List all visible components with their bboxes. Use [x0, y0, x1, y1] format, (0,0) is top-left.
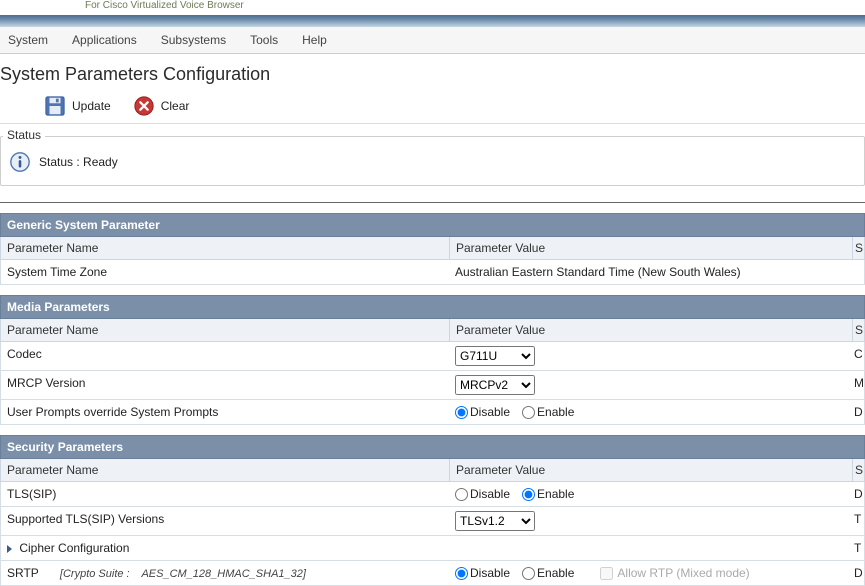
timezone-label: System Time Zone [1, 260, 449, 284]
col-s: S [852, 237, 864, 259]
srtp-enable-radio[interactable] [522, 567, 535, 580]
col-value: Parameter Value [449, 459, 852, 481]
override-disable-radio[interactable] [455, 406, 468, 419]
row-srtp: SRTP [Crypto Suite : AES_CM_128_HMAC_SHA… [0, 561, 865, 586]
section-generic: Generic System Parameter Parameter Name … [0, 213, 865, 285]
security-column-header: Parameter Name Parameter Value S [0, 459, 865, 482]
mrcp-label: MRCP Version [1, 371, 449, 399]
override-label: User Prompts override System Prompts [1, 400, 449, 424]
expand-icon[interactable] [7, 545, 12, 553]
mrcp-select[interactable]: MRCPv2 [455, 375, 535, 395]
row-tls: TLS(SIP) Disable Enable D [0, 482, 865, 507]
codec-label: Codec [1, 342, 449, 370]
menu-subsystems[interactable]: Subsystems [161, 33, 226, 47]
row-override: User Prompts override System Prompts Dis… [0, 400, 865, 425]
tls-version-label: Supported TLS(SIP) Versions [1, 507, 449, 535]
override-enable-radio[interactable] [522, 406, 535, 419]
clear-button[interactable]: Clear [133, 95, 190, 117]
status-text: Status : Ready [39, 155, 118, 169]
col-name: Parameter Name [1, 319, 449, 341]
timezone-value: Australian Eastern Standard Time (New So… [449, 260, 852, 284]
cipher-label[interactable]: Cipher Configuration [19, 541, 129, 555]
tls-label: TLS(SIP) [1, 482, 449, 506]
clear-label: Clear [161, 99, 190, 113]
srtp-disable[interactable]: Disable [455, 566, 510, 580]
col-value: Parameter Value [449, 237, 852, 259]
clear-icon [133, 95, 155, 117]
media-column-header: Parameter Name Parameter Value S [0, 319, 865, 342]
menu-help[interactable]: Help [302, 33, 327, 47]
section-generic-header: Generic System Parameter [0, 213, 865, 237]
tls-disable-radio[interactable] [455, 488, 468, 501]
row-mrcp: MRCP Version MRCPv2 M [0, 371, 865, 400]
row-tls-version: Supported TLS(SIP) Versions TLSv1.2 T [0, 507, 865, 536]
col-value: Parameter Value [449, 319, 852, 341]
menu-system[interactable]: System [8, 33, 48, 47]
col-name: Parameter Name [1, 237, 449, 259]
status-fieldset: Status Status : Ready [0, 136, 865, 186]
crypto-suite: [Crypto Suite : AES_CM_128_HMAC_SHA1_32] [60, 568, 306, 580]
row-timezone: System Time Zone Australian Eastern Stan… [0, 260, 865, 285]
codec-select[interactable]: G711U [455, 346, 535, 366]
main-menu-bar: System Applications Subsystems Tools Hel… [0, 27, 865, 54]
info-icon [9, 151, 31, 173]
divider [0, 202, 865, 203]
col-s: S [852, 319, 864, 341]
allow-rtp-mixed: Allow RTP (Mixed mode) [600, 566, 749, 580]
override-enable[interactable]: Enable [522, 405, 574, 419]
tls-version-select[interactable]: TLSv1.2 [455, 511, 535, 531]
menu-tools[interactable]: Tools [250, 33, 278, 47]
col-s: S [852, 459, 864, 481]
toolbar: Update Clear [0, 93, 865, 124]
row-cipher: Cipher Configuration T [0, 536, 865, 561]
srtp-disable-radio[interactable] [455, 567, 468, 580]
generic-column-header: Parameter Name Parameter Value S [0, 237, 865, 260]
page-title: System Parameters Configuration [0, 54, 865, 93]
header-gradient [0, 15, 865, 27]
override-disable[interactable]: Disable [455, 405, 510, 419]
update-button[interactable]: Update [44, 95, 111, 117]
menu-applications[interactable]: Applications [72, 33, 137, 47]
allow-rtp-checkbox [600, 567, 613, 580]
save-icon [44, 95, 66, 117]
status-legend: Status [3, 128, 45, 142]
section-security-header: Security Parameters [0, 435, 865, 459]
row-codec: Codec G711U C [0, 342, 865, 371]
srtp-label: SRTP [7, 566, 39, 580]
tls-enable[interactable]: Enable [522, 487, 574, 501]
tls-enable-radio[interactable] [522, 488, 535, 501]
brand-subtitle: For Cisco Virtualized Voice Browser [0, 0, 865, 15]
srtp-enable[interactable]: Enable [522, 566, 574, 580]
section-security: Security Parameters Parameter Name Param… [0, 435, 865, 586]
col-name: Parameter Name [1, 459, 449, 481]
section-media: Media Parameters Parameter Name Paramete… [0, 295, 865, 425]
tls-disable[interactable]: Disable [455, 487, 510, 501]
section-media-header: Media Parameters [0, 295, 865, 319]
update-label: Update [72, 99, 111, 113]
